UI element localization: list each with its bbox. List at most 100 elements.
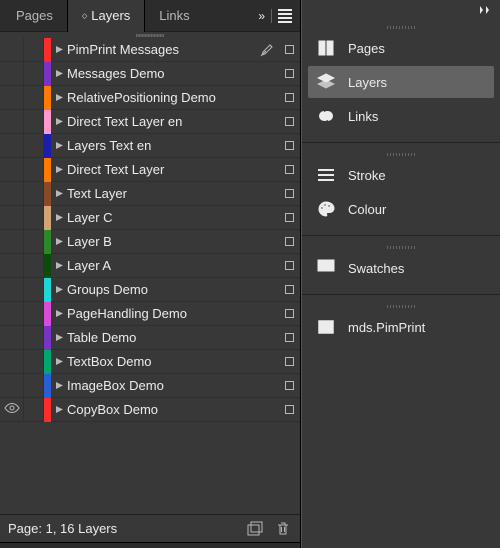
visibility-toggle[interactable] — [0, 38, 24, 61]
dock-item-swatches[interactable]: Swatches — [308, 252, 494, 284]
lock-toggle[interactable] — [24, 86, 44, 109]
disclosure-arrow-icon[interactable] — [51, 334, 67, 341]
selection-indicator[interactable] — [278, 189, 300, 198]
visibility-toggle[interactable] — [0, 302, 24, 325]
visibility-toggle[interactable] — [0, 278, 24, 301]
visibility-toggle[interactable] — [0, 110, 24, 133]
layer-row[interactable]: TextBox Demo — [0, 350, 300, 374]
layer-row[interactable]: PimPrint Messages — [0, 38, 300, 62]
selection-indicator[interactable] — [278, 69, 300, 78]
lock-toggle[interactable] — [24, 158, 44, 181]
disclosure-arrow-icon[interactable] — [51, 46, 67, 53]
selection-indicator[interactable] — [278, 93, 300, 102]
selection-indicator[interactable] — [278, 357, 300, 366]
selection-indicator[interactable] — [278, 141, 300, 150]
selection-indicator[interactable] — [278, 285, 300, 294]
layer-row[interactable]: PageHandling Demo — [0, 302, 300, 326]
disclosure-arrow-icon[interactable] — [51, 214, 67, 221]
dock-item-stroke[interactable]: Stroke — [308, 159, 494, 191]
layer-row[interactable]: Layer A — [0, 254, 300, 278]
dock-item-links[interactable]: Links — [308, 100, 494, 132]
selection-indicator[interactable] — [278, 165, 300, 174]
visibility-toggle[interactable] — [0, 62, 24, 85]
selection-indicator[interactable] — [278, 237, 300, 246]
lock-toggle[interactable] — [24, 38, 44, 61]
layer-row[interactable]: Direct Text Layer — [0, 158, 300, 182]
tab-pages[interactable]: Pages — [2, 0, 67, 32]
dock-item-pages[interactable]: Pages — [308, 32, 494, 64]
disclosure-arrow-icon[interactable] — [51, 358, 67, 365]
lock-toggle[interactable] — [24, 62, 44, 85]
lock-toggle[interactable] — [24, 254, 44, 277]
disclosure-arrow-icon[interactable] — [51, 118, 67, 125]
layer-row[interactable]: Layer B — [0, 230, 300, 254]
visibility-toggle[interactable] — [0, 326, 24, 349]
selection-indicator[interactable] — [278, 45, 300, 54]
dock-group-grip[interactable] — [302, 303, 500, 309]
visibility-toggle[interactable] — [0, 254, 24, 277]
disclosure-arrow-icon[interactable] — [51, 310, 67, 317]
layer-row[interactable]: Layer C — [0, 206, 300, 230]
lock-toggle[interactable] — [24, 278, 44, 301]
disclosure-arrow-icon[interactable] — [51, 142, 67, 149]
selection-indicator[interactable] — [278, 381, 300, 390]
dock-group-grip[interactable] — [302, 151, 500, 157]
panel-menu-icon[interactable] — [278, 9, 292, 23]
dock-item-layers[interactable]: Layers — [308, 66, 494, 98]
layer-row[interactable]: Table Demo — [0, 326, 300, 350]
disclosure-arrow-icon[interactable] — [51, 238, 67, 245]
visibility-toggle[interactable] — [0, 158, 24, 181]
selection-indicator[interactable] — [278, 117, 300, 126]
layer-row[interactable]: Groups Demo — [0, 278, 300, 302]
expand-dock-icon[interactable] — [480, 6, 500, 14]
layer-row[interactable]: Layers Text en — [0, 134, 300, 158]
layer-row[interactable]: Messages Demo — [0, 62, 300, 86]
disclosure-arrow-icon[interactable] — [51, 406, 67, 413]
disclosure-arrow-icon[interactable] — [51, 70, 67, 77]
dock-item-colour[interactable]: Colour — [308, 193, 494, 225]
visibility-toggle[interactable] — [0, 86, 24, 109]
lock-toggle[interactable] — [24, 134, 44, 157]
visibility-toggle[interactable] — [0, 182, 24, 205]
disclosure-arrow-icon[interactable] — [51, 262, 67, 269]
visibility-toggle[interactable] — [0, 134, 24, 157]
tab-links[interactable]: Links — [145, 0, 203, 32]
lock-toggle[interactable] — [24, 206, 44, 229]
visibility-toggle[interactable] — [0, 350, 24, 373]
lock-toggle[interactable] — [24, 326, 44, 349]
disclosure-arrow-icon[interactable] — [51, 190, 67, 197]
dock-item-mds-pimprint[interactable]: mds.PimPrint — [308, 311, 494, 343]
lock-toggle[interactable] — [24, 302, 44, 325]
selection-indicator[interactable] — [278, 213, 300, 222]
layer-row[interactable]: Direct Text Layer en — [0, 110, 300, 134]
lock-toggle[interactable] — [24, 230, 44, 253]
disclosure-arrow-icon[interactable] — [51, 286, 67, 293]
visibility-toggle[interactable] — [0, 398, 24, 421]
lock-toggle[interactable] — [24, 182, 44, 205]
visibility-toggle[interactable] — [0, 230, 24, 253]
selection-indicator[interactable] — [278, 261, 300, 270]
lock-toggle[interactable] — [24, 350, 44, 373]
layer-row[interactable]: RelativePositioning Demo — [0, 86, 300, 110]
collapse-chevrons-icon[interactable]: » — [258, 9, 265, 23]
tab-layers[interactable]: ◇Layers — [67, 0, 145, 32]
layer-row[interactable]: Text Layer — [0, 182, 300, 206]
visibility-toggle[interactable] — [0, 374, 24, 397]
layer-row[interactable]: ImageBox Demo — [0, 374, 300, 398]
lock-toggle[interactable] — [24, 398, 44, 421]
disclosure-arrow-icon[interactable] — [51, 94, 67, 101]
resize-bar[interactable] — [0, 542, 300, 548]
new-layer-button[interactable] — [246, 520, 264, 538]
dock-group-grip[interactable] — [302, 24, 500, 30]
selection-indicator[interactable] — [278, 309, 300, 318]
disclosure-arrow-icon[interactable] — [51, 166, 67, 173]
dock-group-grip[interactable] — [302, 244, 500, 250]
selection-indicator[interactable] — [278, 405, 300, 414]
selection-indicator[interactable] — [278, 333, 300, 342]
disclosure-arrow-icon[interactable] — [51, 382, 67, 389]
layer-row[interactable]: CopyBox Demo — [0, 398, 300, 422]
visibility-toggle[interactable] — [0, 206, 24, 229]
lock-toggle[interactable] — [24, 374, 44, 397]
lock-toggle[interactable] — [24, 110, 44, 133]
delete-layer-button[interactable] — [274, 520, 292, 538]
